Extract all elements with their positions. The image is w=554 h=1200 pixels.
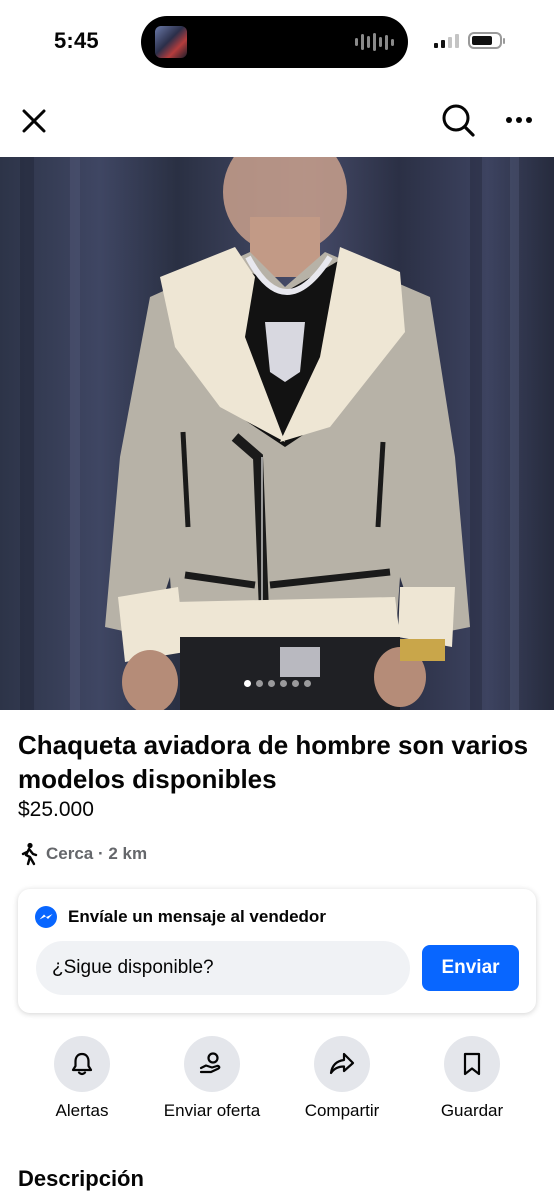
- gallery-dot[interactable]: [255, 680, 263, 687]
- product-photo[interactable]: [0, 157, 554, 710]
- status-bar: 5:45: [0, 0, 554, 80]
- alerts-label: Alertas: [55, 1101, 109, 1120]
- top-nav: [0, 96, 554, 144]
- battery-icon: [468, 32, 505, 49]
- audio-wave-icon: [355, 32, 394, 52]
- share-button[interactable]: Compartir: [272, 1036, 412, 1121]
- send-button[interactable]: Enviar: [422, 945, 519, 991]
- message-seller-card: Envíale un mensaje al vendedor Enviar: [18, 889, 536, 1013]
- save-button[interactable]: Guardar: [402, 1036, 542, 1121]
- close-icon: [22, 109, 46, 133]
- alerts-button[interactable]: Alertas: [12, 1036, 152, 1121]
- bookmark-icon: [463, 1052, 481, 1076]
- share-icon-circle[interactable]: [314, 1036, 370, 1092]
- share-icon: [329, 1052, 355, 1075]
- share-label: Compartir: [304, 1101, 380, 1120]
- location-text: Cerca · 2 km: [46, 844, 148, 863]
- product-location: Cerca · 2 km: [18, 842, 147, 866]
- save-icon-circle[interactable]: [444, 1036, 500, 1092]
- close-button[interactable]: [18, 105, 50, 137]
- gallery-dot[interactable]: [243, 680, 251, 687]
- messenger-icon: [35, 906, 57, 928]
- product-title: Chaqueta aviadora de hombre son varios m…: [18, 730, 529, 794]
- gallery-pagination: [0, 680, 554, 687]
- description-heading: Descripción: [18, 1166, 144, 1191]
- send-offer-button[interactable]: Enviar oferta: [142, 1036, 282, 1121]
- message-heading-row: Envíale un mensaje al vendedor: [34, 905, 326, 929]
- message-input[interactable]: [36, 941, 410, 995]
- offer-icon: [199, 1052, 221, 1074]
- walking-person-icon: [21, 842, 38, 866]
- gallery-dot[interactable]: [267, 680, 275, 687]
- offer-icon-circle[interactable]: [184, 1036, 240, 1092]
- more-horizontal-icon: [506, 117, 532, 123]
- cellular-signal-icon: [434, 34, 459, 48]
- gallery-dot[interactable]: [303, 680, 311, 687]
- jacket-illustration: [20, 157, 519, 710]
- save-label: Guardar: [440, 1101, 504, 1120]
- more-options-button[interactable]: [502, 105, 536, 135]
- gallery-dot[interactable]: [279, 680, 287, 687]
- bell-icon: [71, 1052, 93, 1076]
- dynamic-island: [141, 16, 408, 68]
- message-heading: Envíale un mensaje al vendedor: [68, 907, 326, 926]
- product-price: $25.000: [18, 798, 94, 821]
- action-row: Alertas Enviar oferta Compartir Guardar: [0, 1036, 554, 1126]
- status-time: 5:45: [54, 28, 99, 53]
- alerts-icon-circle[interactable]: [54, 1036, 110, 1092]
- search-icon: [442, 104, 475, 137]
- now-playing-artwork: [155, 26, 187, 58]
- send-offer-label: Enviar oferta: [163, 1101, 261, 1120]
- search-button[interactable]: [440, 102, 476, 138]
- gallery-dot[interactable]: [291, 680, 299, 687]
